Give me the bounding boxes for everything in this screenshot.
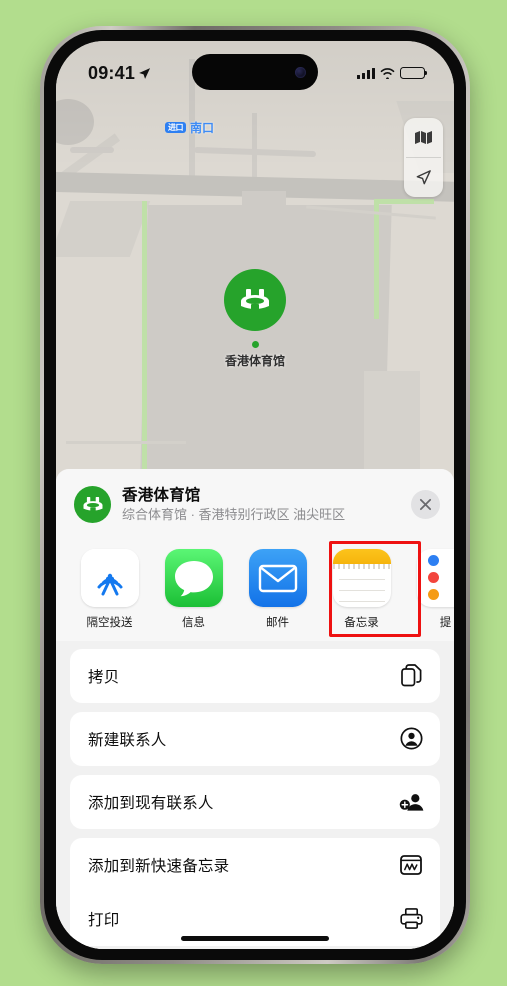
action-row-new-contact[interactable]: 新建联系人 (70, 712, 440, 766)
close-icon (419, 499, 432, 511)
dynamic-island[interactable] (192, 54, 318, 90)
share-app-airdrop[interactable]: 隔空投送 (78, 548, 141, 630)
status-time: 09:41 (88, 62, 136, 83)
share-sheet-header: 香港体育馆 综合体育馆 · 香港特别行政区 油尖旺区 (56, 469, 454, 537)
place-avatar (74, 486, 111, 524)
location-arrow-icon (139, 67, 151, 79)
printer-icon (398, 908, 424, 929)
share-app-row[interactable]: 隔空投送 信息 邮件 备忘录 提 (56, 536, 454, 641)
share-app-label: 隔空投送 (86, 616, 133, 629)
phone-bezel: 进口 南口 香港体育馆 09:41 香港体育馆 综合体育馆 · 香港特别行政区 … (44, 30, 466, 960)
action-label: 添加到新快速备忘录 (88, 857, 230, 875)
share-app-mail[interactable]: 邮件 (246, 548, 309, 630)
transit-badge: 进口 (165, 121, 186, 134)
messages-icon (164, 548, 223, 607)
action-row-copy[interactable]: 拷贝 (70, 649, 440, 703)
mail-icon (248, 548, 307, 607)
wifi-icon (380, 68, 395, 79)
notes-icon (332, 548, 391, 607)
person-add-icon (398, 791, 424, 812)
place-title: 香港体育馆 (122, 487, 201, 504)
status-bar-right (357, 67, 428, 79)
close-button[interactable] (411, 490, 440, 520)
map-controls[interactable] (404, 118, 443, 197)
action-label: 拷贝 (88, 668, 120, 686)
reminders-icon (416, 548, 454, 607)
stadium-icon (241, 289, 269, 312)
map-pin-label: 香港体育馆 (224, 354, 285, 368)
share-app-label: 备忘录 (344, 616, 379, 629)
share-app-notes[interactable]: 备忘录 (330, 548, 393, 630)
map-place-pin[interactable]: 香港体育馆 (56, 269, 454, 369)
action-row-quick-note[interactable]: 添加到新快速备忘录 (70, 838, 440, 892)
folded-map-icon (415, 131, 432, 144)
action-label: 打印 (88, 911, 120, 929)
share-app-label: 邮件 (266, 616, 289, 629)
map-pin-anchor-dot (251, 341, 259, 348)
home-indicator[interactable] (181, 936, 329, 941)
map-pin-bubble[interactable] (224, 269, 286, 331)
transit-station-label[interactable]: 进口 南口 (165, 119, 214, 136)
action-row-add-existing-contact[interactable]: 添加到现有联系人 (70, 775, 440, 829)
locate-me-button[interactable] (404, 158, 443, 197)
action-group: 拷贝 (70, 648, 440, 703)
person-circle-icon (398, 727, 424, 750)
share-app-messages[interactable]: 信息 (162, 548, 225, 630)
place-subtitle: 综合体育馆 · 香港特别行政区 油尖旺区 (122, 507, 346, 523)
share-app-reminders[interactable]: 提 (414, 548, 454, 630)
stadium-icon (83, 497, 102, 513)
transit-label-text: 南口 (190, 121, 215, 135)
copy-icon (398, 664, 424, 687)
phone-frame: 进口 南口 香港体育馆 09:41 香港体育馆 综合体育馆 · 香港特别行政区 … (40, 26, 470, 964)
share-app-label: 信息 (182, 616, 205, 629)
share-sheet: 香港体育馆 综合体育馆 · 香港特别行政区 油尖旺区 隔空投送 信息 邮件 备忘… (56, 469, 454, 949)
map-mode-button[interactable] (404, 118, 443, 157)
action-label: 新建联系人 (88, 731, 167, 749)
action-label: 添加到现有联系人 (88, 794, 214, 812)
cellular-bars-icon (357, 67, 375, 79)
action-group: 添加到现有联系人 (70, 774, 440, 829)
quick-note-icon (398, 854, 424, 875)
airdrop-icon (80, 548, 139, 607)
action-group: 添加到新快速备忘录 打印 (70, 837, 440, 946)
share-app-label: 提 (439, 616, 452, 629)
navigation-arrow-icon (416, 170, 431, 185)
status-bar-left: 09:41 (88, 63, 151, 84)
phone-screen: 进口 南口 香港体育馆 09:41 香港体育馆 综合体育馆 · 香港特别行政区 … (56, 41, 454, 949)
place-info: 香港体育馆 综合体育馆 · 香港特别行政区 油尖旺区 (122, 486, 403, 524)
share-action-list: 拷贝 新建联系人 添加到现有联系人 添加到新快速备忘录 打印 (56, 641, 454, 946)
front-camera-icon (295, 66, 306, 78)
battery-icon (400, 67, 428, 79)
action-group: 新建联系人 (70, 711, 440, 766)
